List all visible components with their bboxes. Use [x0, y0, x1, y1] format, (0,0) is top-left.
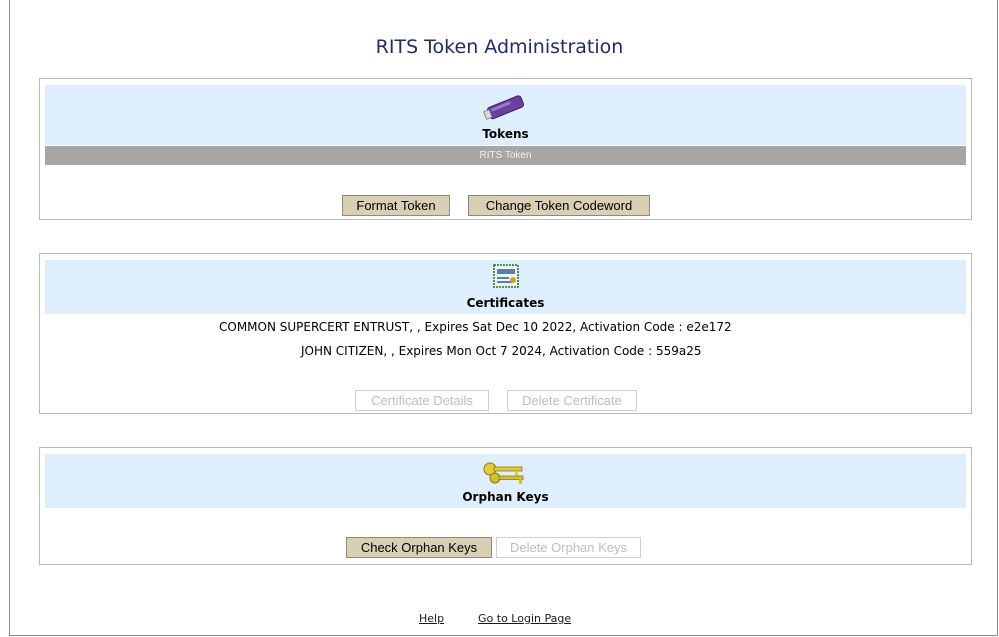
certificates-panel: Certificates COMMON SUPERCERT ENTRUST, ,…: [39, 253, 972, 414]
usb-token-icon: [482, 92, 529, 124]
token-row[interactable]: RITS Token: [45, 146, 966, 165]
change-codeword-button[interactable]: Change Token Codeword: [468, 195, 650, 216]
delete-certificate-button[interactable]: Delete Certificate: [507, 390, 637, 411]
login-page-link[interactable]: Go to Login Page: [478, 612, 571, 625]
certificate-item-1[interactable]: COMMON SUPERCERT ENTRUST, , Expires Sat …: [219, 320, 732, 334]
page-title: RITS Token Administration: [375, 36, 624, 58]
tokens-heading: Tokens: [482, 127, 529, 141]
tokens-panel: Tokens RITS Token Format Token Change To…: [39, 78, 972, 220]
delete-orphan-keys-button[interactable]: Delete Orphan Keys: [496, 537, 641, 558]
tokens-header: Tokens: [45, 85, 966, 145]
orphan-keys-heading: Orphan Keys: [462, 490, 549, 504]
orphan-keys-header: Orphan Keys: [45, 454, 966, 508]
certificates-header: Certificates: [45, 260, 966, 314]
orphan-keys-panel: Orphan Keys Check Orphan Keys Delete Orp…: [39, 447, 972, 565]
certificate-details-button[interactable]: Certificate Details: [355, 390, 489, 411]
format-token-button[interactable]: Format Token: [342, 195, 450, 216]
certificate-icon: [492, 264, 519, 292]
certificate-item-2[interactable]: JOHN CITIZEN, , Expires Mon Oct 7 2024, …: [301, 344, 701, 358]
keys-icon: [481, 458, 531, 492]
check-orphan-keys-button[interactable]: Check Orphan Keys: [346, 537, 492, 558]
certificates-heading: Certificates: [466, 296, 545, 310]
help-link[interactable]: Help: [419, 612, 444, 625]
